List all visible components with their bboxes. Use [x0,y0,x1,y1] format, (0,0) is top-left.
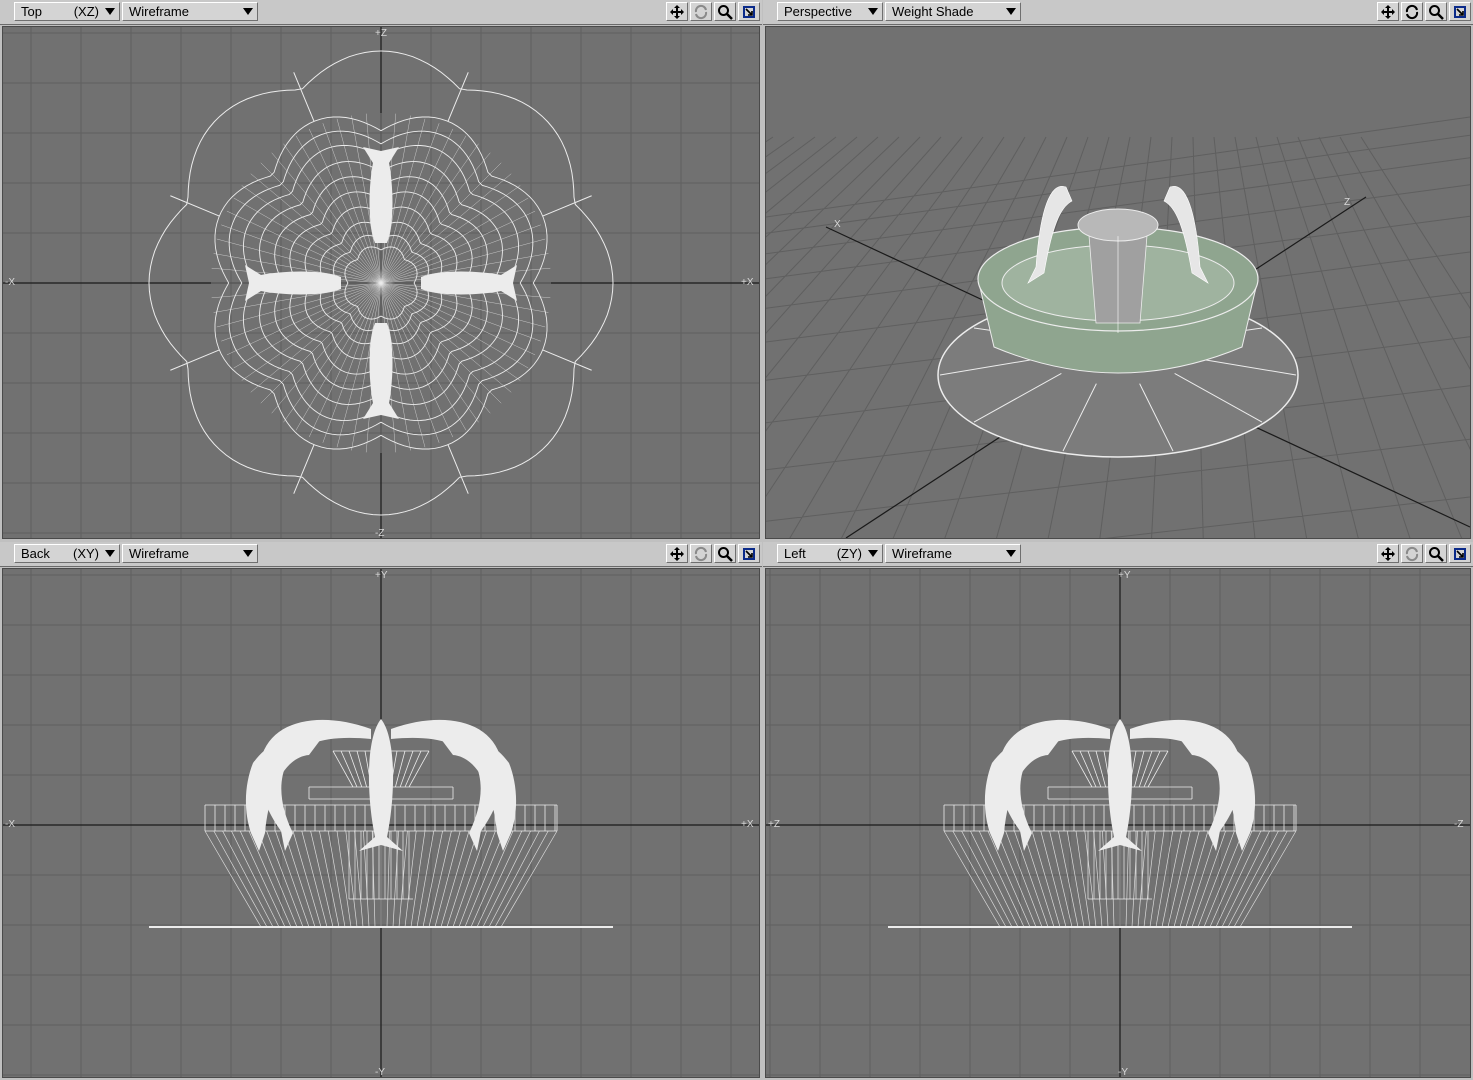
rotate-icon [694,4,708,19]
move-view-button[interactable] [1377,2,1399,21]
rotate-view-button[interactable] [1401,2,1423,21]
viewport-canvas[interactable]: X Z [765,26,1471,539]
move-view-button[interactable] [666,544,688,563]
view-type-label: Perspective [784,4,852,19]
axis-label-down: -Y [375,1067,385,1077]
maximize-view-button[interactable] [1449,2,1471,21]
top-view-scene: -X +X +Z -Z [3,27,759,538]
chevron-down-icon [1006,550,1016,557]
render-mode-dropdown[interactable]: Wireframe [122,544,258,563]
viewport-left[interactable]: Left (ZY) Wireframe +Z -Z +Y -Y [763,542,1473,1080]
axis-label-right: +X [741,277,754,288]
rotate-view-button[interactable] [1401,544,1423,563]
render-mode-dropdown[interactable]: Wireframe [885,544,1021,563]
axis-label-up: +Y [1118,570,1131,581]
left-view-scene: +Z -Z +Y -Y [766,569,1470,1077]
axis-label-up: +Z [375,28,387,39]
zoom-icon [1429,4,1444,20]
zoom-view-button[interactable] [714,544,736,563]
maximize-icon [1454,5,1466,18]
viewport-canvas[interactable]: +Z -Z +Y -Y [765,568,1471,1078]
rotate-view-button[interactable] [690,544,712,563]
viewport-perspective[interactable]: Perspective Weight Shade X Z [763,0,1473,541]
back-view-scene: -X +X +Y -Y [3,569,759,1077]
render-mode-label: Wireframe [892,546,952,561]
viewport-header: Left (ZY) Wireframe [763,542,1473,567]
dolphin-sculpture [245,265,341,301]
viewport-back[interactable]: Back (XY) Wireframe -X +X +Y -Y [0,542,762,1080]
axis-label-left: -X [5,819,15,830]
move-icon [1381,4,1395,19]
axis-label-z: Z [1344,197,1350,208]
maximize-icon [1454,547,1466,560]
chevron-down-icon [1006,8,1016,15]
viewport-header: Back (XY) Wireframe [0,542,762,567]
zoom-view-button[interactable] [714,2,736,21]
render-mode-dropdown[interactable]: Weight Shade [885,2,1021,21]
render-mode-label: Wireframe [129,4,189,19]
view-type-dropdown[interactable]: Back (XY) [14,544,120,563]
render-mode-label: Wireframe [129,546,189,561]
chevron-down-icon [105,8,115,15]
dolphin-sculpture [421,265,517,301]
move-icon [1381,546,1395,561]
zoom-view-button[interactable] [1425,544,1447,563]
dolphin-sculpture [363,323,399,419]
viewport-canvas[interactable]: -X +X +Z -Z [2,26,760,539]
chevron-down-icon [868,550,878,557]
axis-label-down: -Y [1118,1067,1128,1077]
axis-label-up: +Y [375,570,388,581]
maximize-icon [743,547,755,560]
viewport-tools [1377,2,1471,21]
maximize-view-button[interactable] [1449,544,1471,563]
dolphin-sculpture [363,147,399,243]
zoom-icon [1429,546,1444,562]
move-view-button[interactable] [1377,544,1399,563]
chevron-down-icon [105,550,115,557]
chevron-down-icon [243,550,253,557]
axis-label-x: X [834,219,841,230]
view-type-label: Back [21,546,50,561]
zoom-icon [718,546,733,562]
view-axis-label: (ZY) [836,546,862,561]
view-type-dropdown[interactable]: Top (XZ) [14,2,120,21]
chevron-down-icon [868,8,878,15]
view-type-label: Left [784,546,806,561]
move-view-button[interactable] [666,2,688,21]
rotate-view-button[interactable] [690,2,712,21]
chevron-down-icon [243,8,253,15]
view-type-dropdown[interactable]: Perspective [777,2,883,21]
view-axis-label: (XZ) [73,4,99,19]
maximize-view-button[interactable] [738,544,760,563]
viewport-header: Perspective Weight Shade [763,0,1473,25]
viewport-canvas[interactable]: -X +X +Y -Y [2,568,760,1078]
move-icon [670,546,684,561]
viewport-tools [1377,544,1471,563]
move-icon [670,4,684,19]
maximize-view-button[interactable] [738,2,760,21]
axis-label-right: +X [741,819,754,830]
axis-label-down: -Z [375,528,384,538]
rotate-icon [694,546,708,561]
view-type-label: Top [21,4,42,19]
perspective-view-scene: X Z [766,116,1470,538]
maximize-icon [743,5,755,18]
axis-label-left: -X [5,277,15,288]
axis-label-left: +Z [768,819,780,830]
zoom-view-button[interactable] [1425,2,1447,21]
zoom-icon [718,4,733,20]
viewport-top[interactable]: Top (XZ) Wireframe -X +X +Z -Z [0,0,762,541]
view-axis-label: (XY) [73,546,99,561]
viewport-tools [666,544,760,563]
viewport-tools [666,2,760,21]
render-mode-label: Weight Shade [892,4,974,19]
viewport-header: Top (XZ) Wireframe [0,0,762,25]
view-type-dropdown[interactable]: Left (ZY) [777,544,883,563]
rotate-icon [1405,546,1419,561]
rotate-icon [1405,4,1419,19]
render-mode-dropdown[interactable]: Wireframe [122,2,258,21]
axis-label-right: -Z [1454,819,1463,830]
